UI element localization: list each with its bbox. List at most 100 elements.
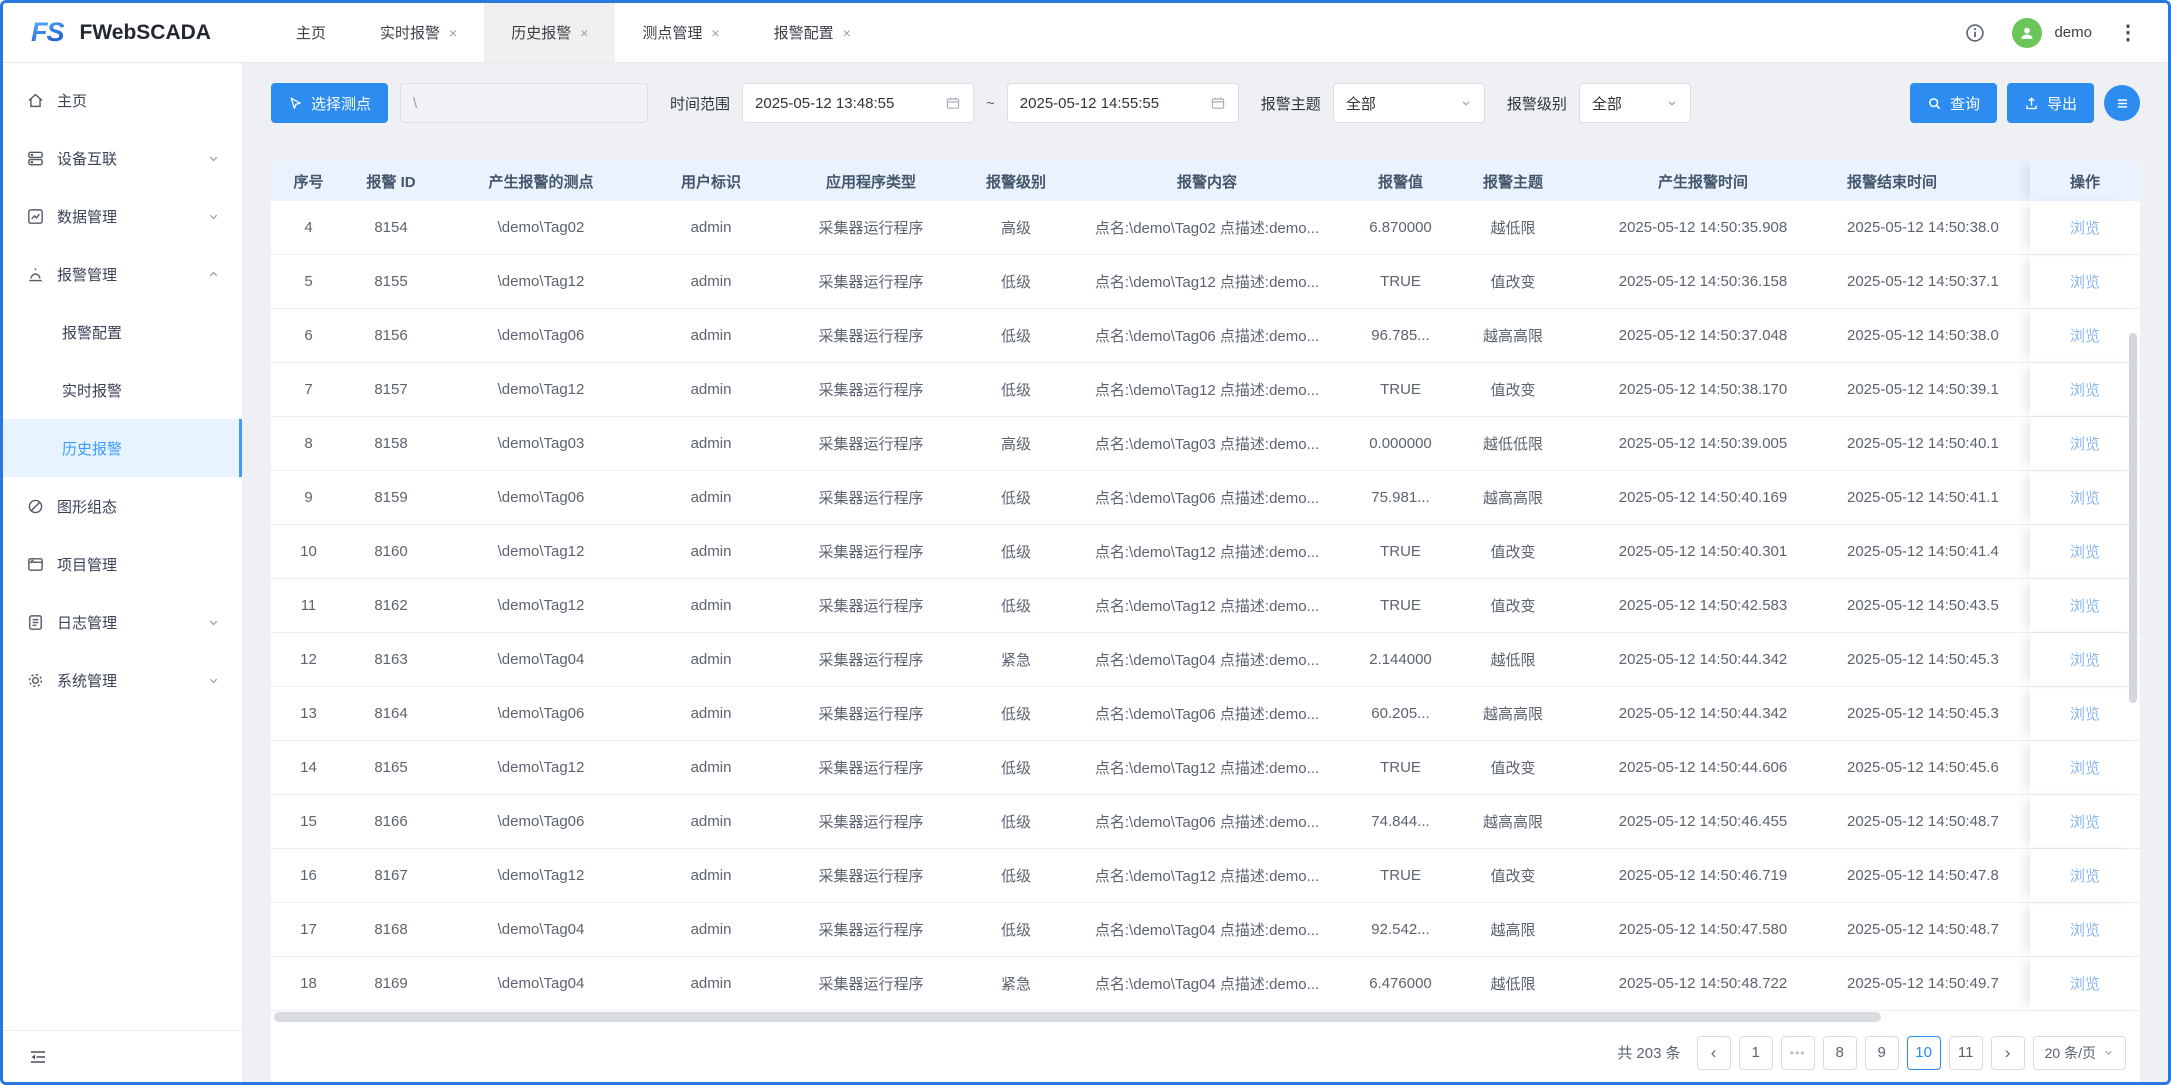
view-link[interactable]: 浏览 — [2070, 703, 2100, 724]
sidebar-item-device-interconnect[interactable]: 设备互联 — [3, 129, 242, 187]
sidebar-item-project-management[interactable]: 项目管理 — [3, 535, 242, 593]
table-cell: \demo\Tag06 — [436, 471, 646, 524]
table-cell: 13 — [271, 687, 346, 740]
horizontal-scrollbar[interactable] — [274, 1012, 1881, 1022]
export-button[interactable]: 导出 — [2007, 83, 2094, 123]
column-settings-button[interactable] — [2104, 85, 2140, 121]
search-icon — [1927, 96, 1942, 111]
sidebar-item-realtime-alarm[interactable]: 实时报警 — [3, 361, 242, 419]
close-icon[interactable]: × — [580, 26, 588, 40]
table-cell: 9 — [271, 471, 346, 524]
sidebar-item-log-management[interactable]: 日志管理 — [3, 593, 242, 651]
page-button[interactable]: 9 — [1865, 1036, 1899, 1070]
table-cell: 浏览 — [2030, 741, 2140, 794]
table-cell: \demo\Tag04 — [436, 633, 646, 686]
page-size-select[interactable]: 20 条/页 — [2033, 1036, 2126, 1070]
table-cell: 点名:\demo\Tag06 点描述:demo... — [1066, 309, 1348, 362]
view-link[interactable]: 浏览 — [2070, 649, 2100, 670]
table-cell: 浏览 — [2030, 525, 2140, 578]
table-cell: TRUE — [1348, 255, 1453, 308]
view-link[interactable]: 浏览 — [2070, 811, 2100, 832]
table-cell: 8168 — [346, 903, 436, 956]
table-cell: 8159 — [346, 471, 436, 524]
vertical-scrollbar[interactable] — [2129, 333, 2137, 703]
table-cell: admin — [646, 903, 776, 956]
view-link[interactable]: 浏览 — [2070, 433, 2100, 454]
page-button[interactable]: 1 — [1739, 1036, 1773, 1070]
view-link[interactable]: 浏览 — [2070, 325, 2100, 346]
table-cell: 浏览 — [2030, 957, 2140, 1010]
tab-alarm-config[interactable]: 报警配置 × — [747, 3, 878, 62]
table-row: 148165\demo\Tag12admin采集器运行程序低级点名:\demo\… — [271, 741, 2140, 795]
view-link[interactable]: 浏览 — [2070, 271, 2100, 292]
close-icon[interactable]: × — [843, 26, 851, 40]
export-icon — [2024, 96, 2039, 111]
tab-realtime-alarm[interactable]: 实时报警 × — [353, 3, 484, 62]
time-from-input[interactable]: 2025-05-12 13:48:55 — [742, 83, 974, 123]
chevron-up-icon — [207, 268, 220, 281]
table-cell: 采集器运行程序 — [776, 795, 966, 848]
view-link[interactable]: 浏览 — [2070, 487, 2100, 508]
table-cell: 92.542... — [1348, 903, 1453, 956]
view-link[interactable]: 浏览 — [2070, 973, 2100, 994]
page-button[interactable]: 8 — [1823, 1036, 1857, 1070]
table-cell: 值改变 — [1453, 363, 1573, 416]
table-cell: 12 — [271, 633, 346, 686]
view-link[interactable]: 浏览 — [2070, 541, 2100, 562]
sidebar-item-alarm-config[interactable]: 报警配置 — [3, 303, 242, 361]
table-cell: admin — [646, 255, 776, 308]
view-link[interactable]: 浏览 — [2070, 865, 2100, 886]
view-link[interactable]: 浏览 — [2070, 757, 2100, 778]
tab-label: 测点管理 — [642, 22, 702, 43]
close-icon[interactable]: × — [711, 26, 719, 40]
table-cell: \demo\Tag02 — [436, 201, 646, 254]
page-ellipsis[interactable]: ••• — [1781, 1036, 1815, 1070]
tab-point-management[interactable]: 测点管理 × — [615, 3, 746, 62]
alarm-topic-select[interactable]: 全部 — [1333, 83, 1485, 123]
tab-history-alarm[interactable]: 历史报警 × — [484, 3, 615, 62]
app-logo: FS — [31, 17, 64, 48]
table-cell: 8156 — [346, 309, 436, 362]
username[interactable]: demo — [2054, 24, 2092, 41]
sidebar-item-graphic-config[interactable]: 图形组态 — [3, 477, 242, 535]
chevron-down-icon — [1666, 97, 1678, 109]
time-range-label: 时间范围 — [670, 93, 730, 114]
filter-toolbar: 选择测点 \ 时间范围 2025-05-12 13:48:55 ~ 2025-0… — [271, 79, 2140, 127]
tab-label: 主页 — [296, 22, 326, 43]
table-cell: 2025-05-12 14:50:46.455 — [1573, 795, 1833, 848]
time-to-input[interactable]: 2025-05-12 14:55:55 — [1007, 83, 1239, 123]
table-cell: 采集器运行程序 — [776, 201, 966, 254]
next-page-button[interactable]: › — [1991, 1036, 2025, 1070]
sidebar-item-alarm-management[interactable]: 报警管理 — [3, 245, 242, 303]
page-button[interactable]: 10 — [1907, 1036, 1941, 1070]
sidebar-item-system-management[interactable]: 系统管理 — [3, 651, 242, 709]
tab-home[interactable]: 主页 — [269, 3, 353, 62]
table-cell: 2025-05-12 14:50:44.342 — [1573, 633, 1833, 686]
point-input[interactable]: \ — [400, 83, 648, 123]
close-icon[interactable]: × — [449, 26, 457, 40]
alarm-level-select[interactable]: 全部 — [1579, 83, 1691, 123]
info-icon[interactable] — [1964, 22, 1986, 44]
table-cell: 点名:\demo\Tag04 点描述:demo... — [1066, 903, 1348, 956]
view-link[interactable]: 浏览 — [2070, 595, 2100, 616]
table-cell: \demo\Tag12 — [436, 579, 646, 632]
table-cell: 值改变 — [1453, 579, 1573, 632]
table-cell: admin — [646, 201, 776, 254]
query-button[interactable]: 查询 — [1910, 83, 1997, 123]
table-cell: 2025-05-12 14:50:39.1 — [1833, 363, 2030, 416]
page-button[interactable]: 11 — [1949, 1036, 1983, 1070]
avatar[interactable] — [2012, 18, 2042, 48]
sidebar-item-history-alarm[interactable]: 历史报警 — [3, 419, 242, 477]
prev-page-button[interactable]: ‹ — [1697, 1036, 1731, 1070]
sidebar-item-data-management[interactable]: 数据管理 — [3, 187, 242, 245]
sidebar-item-home[interactable]: 主页 — [3, 71, 242, 129]
select-point-button[interactable]: 选择测点 — [271, 83, 388, 123]
table-cell: 8167 — [346, 849, 436, 902]
view-link[interactable]: 浏览 — [2070, 379, 2100, 400]
view-link[interactable]: 浏览 — [2070, 919, 2100, 940]
view-link[interactable]: 浏览 — [2070, 217, 2100, 238]
kebab-menu-icon[interactable]: ⋮ — [2118, 23, 2138, 43]
collapse-sidebar-icon[interactable] — [27, 1046, 49, 1068]
alarm-topic-value: 全部 — [1346, 93, 1460, 114]
sidebar-item-label: 实时报警 — [62, 380, 122, 401]
